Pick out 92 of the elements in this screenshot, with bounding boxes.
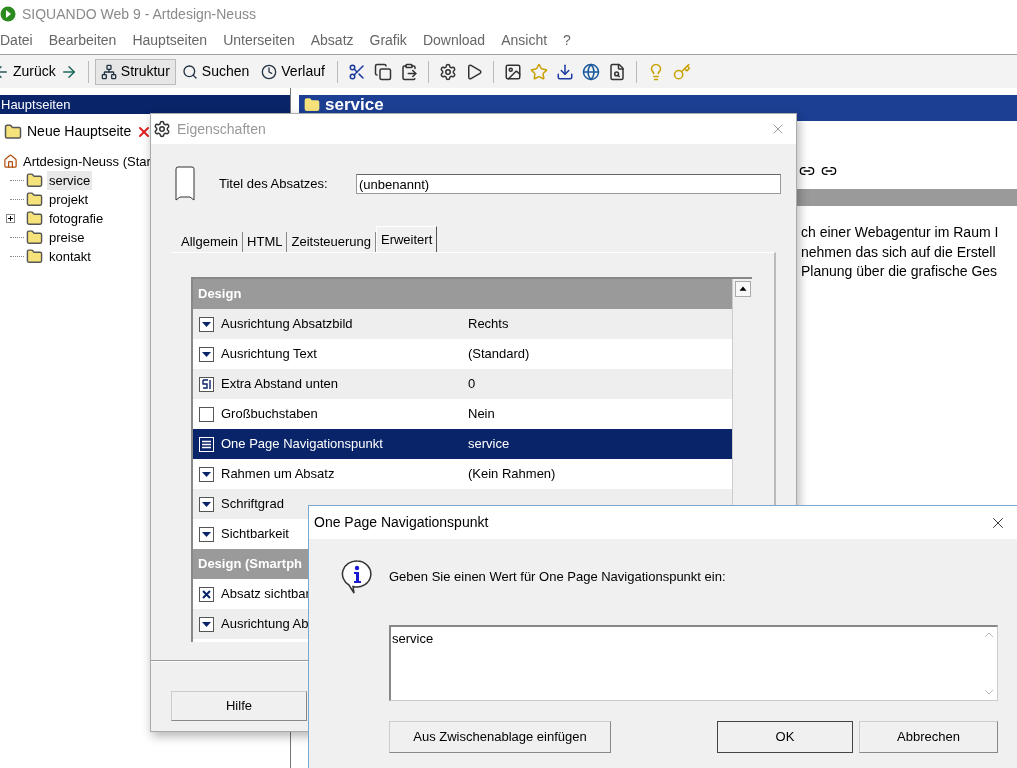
property-name: Absatz sichtbar [221,585,311,604]
tab[interactable]: Allgemein [177,232,244,252]
new-page-button[interactable]: Neue Hauptseite [4,121,132,142]
tab[interactable]: HTML [243,232,288,252]
structure-icon [100,63,117,80]
body-text: ch einer Webagentur im Raum I [801,223,1000,242]
property-name: Großbuchstaben [221,405,319,424]
menu-item[interactable]: Unterseiten [223,29,295,51]
globe-icon[interactable] [581,62,600,81]
clock-icon [261,63,278,80]
checkbox[interactable] [199,586,214,602]
dropdown-icon[interactable] [199,346,214,362]
help-button[interactable]: Hilfe [171,691,307,721]
property-value: service [468,435,510,454]
property-name: One Page Navigationspunkt [221,435,384,454]
tree-root[interactable]: Artdesign-Neuss (Star [23,151,151,172]
menu-item[interactable]: ? [563,29,571,51]
folder-icon [26,229,43,246]
dropdown-icon[interactable] [199,526,214,542]
property-value: (Standard) [468,345,530,364]
section-header: Design [193,279,732,309]
property-name: Sichtbarkeit [221,525,290,544]
menu-item[interactable]: Absatz [310,29,354,51]
folder-icon [26,210,43,227]
view-button[interactable]: Suchen [175,58,256,85]
window-title: SIQUANDO Web 9 - Artdesign-Neuss [22,4,256,24]
property-name: Ausrichtung Absatzbild [221,315,354,334]
tree-item[interactable]: fotografie [47,208,106,229]
folder-icon [4,122,22,141]
tab[interactable]: Zeitsteuerung [287,232,376,252]
info-icon [341,559,373,595]
bookmark-icon [175,166,195,202]
property-value: (Kein Rahmen) [468,465,556,484]
star-icon[interactable] [529,62,548,81]
property-row[interactable]: Ausrichtung Absatzbild Rechts [193,309,732,339]
property-row[interactable]: Extra Abstand unten 0 [193,369,732,399]
menu-item[interactable]: Datei [0,29,33,51]
folder-icon [26,191,43,208]
title-input[interactable]: (unbenannt) [356,174,781,194]
dropdown-icon[interactable] [199,616,214,632]
preview-icon[interactable] [607,62,626,81]
property-name: Rahmen um Absatz [221,465,336,484]
folder-icon [26,172,43,189]
property-value: Nein [468,405,495,424]
dialog-icon [153,120,171,138]
paste-icon[interactable] [399,62,418,81]
property-value: Rechts [468,315,509,334]
dialog-title: Eigenschaften [177,119,267,139]
property-value: 0 [468,375,476,394]
menu-item[interactable]: Bearbeiten [48,29,117,51]
home-icon [3,154,18,169]
dropdown-icon[interactable] [199,316,214,332]
back-button[interactable]: Zurück [13,61,56,82]
folder-icon [26,248,43,265]
view-button[interactable]: Verlauf [255,58,331,85]
property-name: Schriftgrad [221,495,285,514]
panel-header: Hauptseiten [0,95,290,114]
list-icon[interactable] [199,436,214,452]
body-text: Planung über die grafische Ges [801,262,999,281]
ok-button[interactable]: OK [717,721,853,753]
tree-item[interactable]: kontakt [47,246,93,267]
number-field-icon[interactable] [199,376,214,392]
menu-item[interactable]: Ansicht [501,29,548,51]
page-title: service [325,95,384,114]
body-text: nehmen das sich auf die Erstell [801,242,997,262]
title-label: Titel des Absatzes: [219,175,329,194]
menu-item[interactable]: Grafik [369,29,407,51]
image-icon[interactable] [503,62,522,81]
checkbox[interactable] [199,406,214,422]
tree-item[interactable]: service [47,170,93,191]
dropdown-icon[interactable] [199,496,214,512]
menu-item[interactable]: Download [422,29,486,51]
cut-icon[interactable] [347,62,366,81]
folder-icon [304,97,320,113]
scroll-up-icon[interactable] [734,281,751,297]
tree-item[interactable]: preise [47,227,87,248]
property-row[interactable]: One Page Navigationspunkt service [193,429,732,459]
menu-item[interactable]: Hauptseiten [132,29,208,51]
cancel-button[interactable]: Abbrechen [859,721,998,753]
download-icon[interactable] [555,62,574,81]
view-button[interactable]: Struktur [94,58,176,85]
copy-icon[interactable] [373,62,392,81]
property-name: Ausrichtung Text [221,345,318,364]
property-name: Extra Abstand unten [221,375,340,394]
expand-toggle[interactable] [6,214,15,223]
search-icon [181,63,198,80]
tab[interactable]: Erweitert [376,226,438,252]
paste-button[interactable]: Aus Zwischenablage einfügen [389,721,611,753]
settings-icon[interactable] [438,62,457,81]
tree-item[interactable]: projekt [47,189,91,210]
property-name: Ausrichtung Ab [221,615,310,634]
dropdown-icon[interactable] [199,466,214,482]
